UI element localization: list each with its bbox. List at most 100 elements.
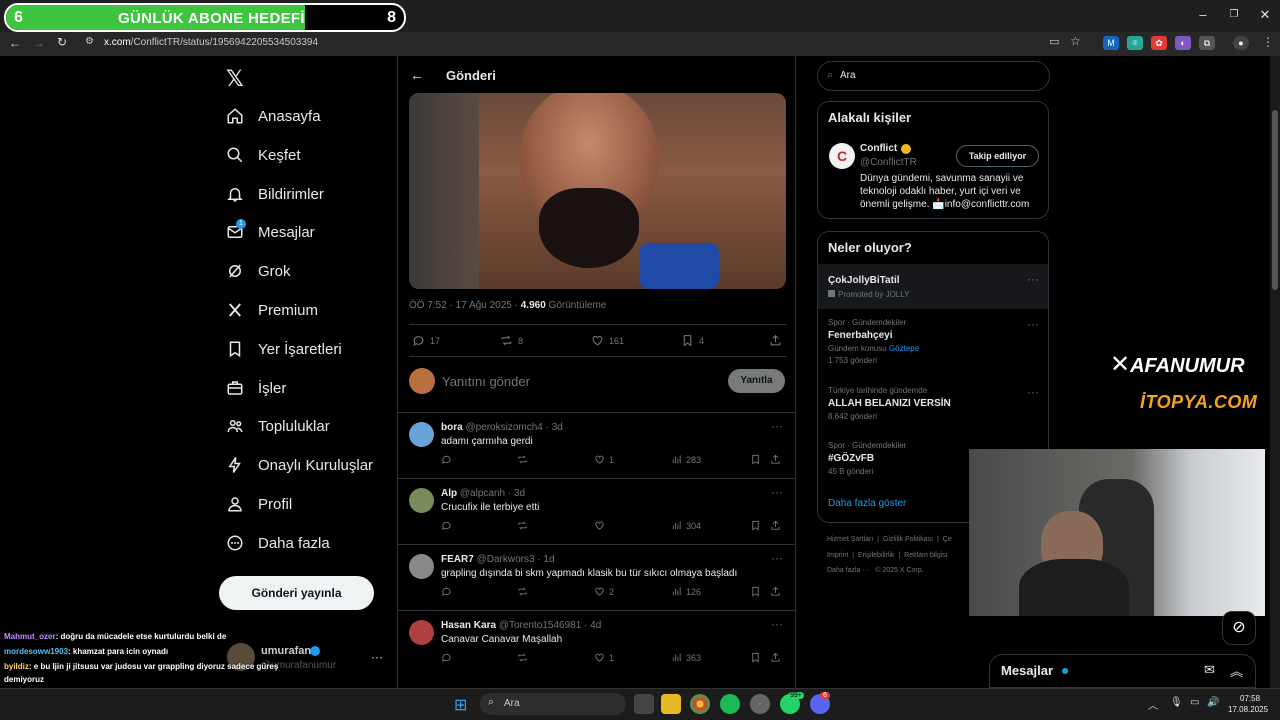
trend-more-icon[interactable]: ··· [1027, 272, 1039, 286]
repost-action[interactable] [517, 652, 528, 663]
extension-icon[interactable]: ⌾ [1127, 36, 1143, 50]
mic-icon[interactable]: 🎙 [1170, 697, 1183, 708]
reply-item[interactable]: Alp @alpcanh · 3d Crucufix ile terbiye et… [398, 478, 795, 544]
nav-item-grok[interactable]: Grok [226, 256, 291, 286]
share-action[interactable] [770, 586, 781, 597]
nav-item-messages[interactable]: 1 Mesajlar [226, 217, 315, 247]
share-action[interactable] [769, 334, 782, 347]
reply-action[interactable] [441, 652, 452, 663]
trend-item[interactable]: Spor · Gündemdekiler Fenerbahçeyi Gündem… [828, 318, 919, 365]
expand-icon[interactable]: ︽ [1230, 661, 1243, 680]
cast-icon[interactable]: ▭ [1049, 35, 1059, 48]
trend-item[interactable]: ÇokJollyBiTatil Promoted by JOLLY [828, 272, 909, 299]
repost-action[interactable] [517, 586, 528, 597]
window-close-icon[interactable]: ✕ [1255, 6, 1275, 24]
footer-links[interactable]: Imprint | Erişilebilirlik | Reklam bilgi… [827, 552, 947, 559]
repost-action[interactable] [517, 520, 528, 531]
compose-message-icon[interactable]: ✉ [1204, 662, 1215, 678]
nav-item-notifications[interactable]: Bildirimler [226, 179, 324, 209]
reply-avatar[interactable] [409, 422, 434, 447]
search-input[interactable]: ⌕ Ara [817, 61, 1050, 91]
reply-avatar[interactable] [409, 488, 434, 513]
reply-button[interactable]: Yanıtla [728, 369, 785, 393]
url-text[interactable]: x.com/ConflictTR/status/1956942205534503… [104, 37, 318, 48]
extension-icon[interactable]: ✿ [1151, 36, 1167, 50]
x-logo-icon[interactable]: 𝕏 [226, 66, 244, 92]
chrome-icon[interactable] [690, 694, 710, 714]
reply-action[interactable] [441, 586, 452, 597]
nav-item-profile[interactable]: Profil [226, 489, 292, 519]
profile-avatar-icon[interactable]: ● [1233, 36, 1249, 50]
extensions-puzzle-icon[interactable]: ⧉ [1199, 36, 1215, 50]
footer-links[interactable]: Hizmet Şartları | Gizlilik Politikası | … [827, 536, 952, 543]
site-info-icon[interactable]: ⚙ [85, 36, 94, 47]
network-icon[interactable]: ▭ [1190, 697, 1199, 708]
account-name[interactable]: umurafan [261, 645, 311, 657]
app-icon[interactable] [750, 694, 770, 714]
messages-dock[interactable]: Mesajlar ✉ ︽ [989, 654, 1256, 688]
taskbar-search[interactable]: ⌕ Ara [480, 693, 626, 715]
repost-action[interactable] [517, 454, 528, 465]
reply-item[interactable]: Hasan Kara @Torento1546981 · 4d Canavar C… [398, 610, 795, 676]
trend-more-icon[interactable]: ··· [1027, 385, 1039, 399]
share-action[interactable] [770, 520, 781, 531]
nav-item-verified-orgs[interactable]: Onaylı Kuruluşlar [226, 450, 373, 480]
post-button[interactable]: Gönderi yayınla [219, 576, 374, 610]
browser-menu-icon[interactable]: ⋮ [1262, 35, 1274, 49]
reply-more-icon[interactable]: ··· [771, 485, 783, 499]
reply-action[interactable] [441, 454, 452, 465]
spotify-icon[interactable] [720, 694, 740, 714]
extension-icon[interactable]: M [1103, 36, 1119, 50]
scrollbar-thumb[interactable] [1272, 110, 1278, 290]
views-action[interactable]: 126 [671, 586, 701, 597]
profile-name[interactable]: Conflict [860, 143, 897, 154]
conflict-avatar[interactable]: C [829, 143, 855, 169]
bookmark-action[interactable] [750, 652, 761, 663]
like-action[interactable]: 1 [594, 454, 614, 465]
like-action[interactable]: 1 [594, 652, 614, 663]
file-explorer-icon[interactable] [661, 694, 681, 714]
back-icon[interactable]: ← [9, 36, 21, 50]
repost-action[interactable]: 8 [500, 334, 523, 347]
reply-item[interactable]: FEAR7 @Darkwors3 · 1d grapling dışında bi… [398, 544, 795, 610]
views-action[interactable]: 283 [671, 454, 701, 465]
windows-start-icon[interactable]: ⊞ [454, 695, 467, 715]
following-button[interactable]: Takip ediliyor [956, 145, 1039, 167]
back-arrow-icon[interactable]: ← [410, 67, 424, 83]
reload-icon[interactable]: ↻ [57, 35, 67, 49]
like-action[interactable]: 2 [594, 586, 614, 597]
like-action[interactable]: 161 [591, 334, 624, 347]
trend-item[interactable]: Spor · Gündemdekiler #GÖZvFB 45 B gönder… [828, 441, 906, 476]
nav-item-bookmarks[interactable]: Yer İşaretleri [226, 334, 342, 364]
tray-chevron-icon[interactable]: ︿ [1148, 697, 1158, 712]
trend-item[interactable]: Türkiye tarihinde gündemde ALLAH BELANIZ… [828, 386, 951, 421]
bookmark-action[interactable] [750, 520, 761, 531]
reply-author[interactable]: bora @peroksizomch4 · 3d [441, 422, 563, 433]
volume-icon[interactable]: 🔊 [1207, 697, 1219, 708]
bookmark-action[interactable] [750, 586, 761, 597]
bookmark-action[interactable] [750, 454, 761, 465]
nav-item-explore[interactable]: Keşfet [226, 140, 301, 170]
bookmark-action[interactable]: 4 [681, 334, 704, 347]
post-media-image[interactable] [409, 93, 786, 289]
reply-author[interactable]: Alp @alpcanh · 3d [441, 488, 525, 499]
share-action[interactable] [770, 652, 781, 663]
maximize-icon[interactable]: ❐ [1224, 6, 1244, 24]
extension-icon[interactable]: ◐ [1175, 36, 1191, 50]
nav-item-premium[interactable]: Premium [226, 295, 318, 325]
reply-action[interactable]: 17 [412, 334, 440, 347]
reply-item[interactable]: bora @peroksizomch4 · 3d adamı çarmıha ge… [398, 412, 795, 478]
minimize-icon[interactable]: – [1193, 6, 1213, 24]
like-action[interactable] [594, 520, 609, 531]
trend-more-icon[interactable]: ··· [1027, 317, 1039, 331]
taskbar-date[interactable]: 17.08.2025 [1228, 705, 1268, 714]
reply-author[interactable]: Hasan Kara @Torento1546981 · 4d [441, 620, 601, 631]
show-more-link[interactable]: Daha fazla göster [828, 498, 906, 509]
reply-avatar[interactable] [409, 554, 434, 579]
taskbar-time[interactable]: 07:58 [1240, 694, 1260, 703]
reply-action[interactable] [441, 520, 452, 531]
reply-avatar[interactable] [409, 620, 434, 645]
reply-more-icon[interactable]: ··· [771, 551, 783, 565]
reply-author[interactable]: FEAR7 @Darkwors3 · 1d [441, 554, 555, 565]
nav-item-jobs[interactable]: İşler [226, 373, 286, 403]
